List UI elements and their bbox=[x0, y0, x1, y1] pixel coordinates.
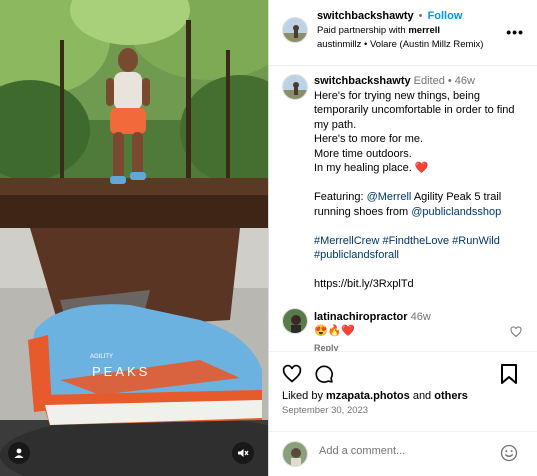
emoji-button[interactable] bbox=[500, 444, 518, 467]
post-image: AGILITY PEAKS bbox=[0, 0, 268, 476]
comment-like-button[interactable] bbox=[510, 325, 522, 343]
post-actions: Liked by mzapata.photos and others Septe… bbox=[269, 351, 537, 431]
paid-partnership-label: Paid partnership with bbox=[317, 25, 409, 36]
caption-avatar-image bbox=[283, 75, 307, 99]
audio-track[interactable]: Volare (Austin Millz Remix) bbox=[370, 39, 484, 50]
commenter-avatar[interactable] bbox=[282, 308, 308, 334]
audio-attribution[interactable]: austinmillz • Volare (Austin Millz Remix… bbox=[317, 39, 483, 50]
post-media[interactable]: AGILITY PEAKS bbox=[0, 0, 268, 476]
more-options-icon[interactable]: ••• bbox=[506, 24, 524, 40]
heart-icon bbox=[282, 364, 302, 383]
commenter-avatar-image bbox=[283, 309, 307, 333]
shoe-model-text: PEAKS bbox=[92, 364, 150, 379]
caption-line: More time outdoors. bbox=[314, 147, 412, 160]
separator-dot: • bbox=[361, 39, 370, 50]
caption-featuring: Featuring: @Merrell Agility Peak 5 trail… bbox=[314, 190, 529, 219]
separator-dot: • bbox=[415, 10, 426, 22]
mention-merrell[interactable]: @Merrell bbox=[367, 191, 412, 203]
comment-item: latinachiropractor 46w 😍🔥❤️ bbox=[314, 310, 514, 338]
author-avatar-image bbox=[283, 18, 307, 42]
reply-button[interactable]: Reply bbox=[314, 343, 339, 351]
caption-link[interactable]: https://bit.ly/3RxplTd bbox=[314, 277, 529, 292]
likes-middle: and bbox=[409, 390, 435, 402]
caption-author-avatar[interactable] bbox=[282, 74, 308, 100]
like-button[interactable] bbox=[282, 364, 302, 389]
viewer-avatar-image bbox=[283, 442, 307, 466]
tagged-user-button[interactable] bbox=[8, 442, 30, 464]
emoji-smiley-icon bbox=[500, 444, 518, 462]
viewer-avatar bbox=[282, 441, 308, 467]
comment-bubble-icon bbox=[315, 365, 333, 383]
caption-line: Here's for trying new things, being temp… bbox=[314, 89, 515, 131]
post-date[interactable]: September 30, 2023 bbox=[282, 405, 368, 416]
add-comment-bar bbox=[269, 431, 537, 476]
heart-icon bbox=[510, 326, 522, 338]
comment-text: 😍🔥❤️ bbox=[314, 325, 356, 337]
audio-artist[interactable]: austinmillz bbox=[317, 39, 361, 50]
post-sidebar: switchbackshawty • Follow Paid partnersh… bbox=[268, 0, 537, 476]
caption-hashtags[interactable]: #MerrellCrew #FindtheLove #RunWild #publ… bbox=[314, 234, 529, 263]
follow-button[interactable]: Follow bbox=[428, 10, 463, 22]
caption-line: Here's to more for me. bbox=[314, 133, 424, 145]
comments-section[interactable]: switchbackshawty Edited • 46w Here's for… bbox=[269, 67, 537, 351]
mention-publiclandsshop[interactable]: @publiclandsshop bbox=[411, 206, 501, 218]
comment-username[interactable]: latinachiropractor bbox=[314, 311, 408, 323]
partner-link[interactable]: merrell bbox=[408, 25, 440, 36]
author-avatar[interactable] bbox=[282, 17, 308, 43]
featuring-label: Featuring: bbox=[314, 191, 367, 203]
post-header: switchbackshawty • Follow Paid partnersh… bbox=[269, 0, 537, 66]
post-caption: switchbackshawty Edited • 46w Here's for… bbox=[314, 74, 529, 292]
add-comment-input[interactable] bbox=[319, 445, 489, 457]
comment-button[interactable] bbox=[314, 364, 334, 389]
caption-meta: Edited • 46w bbox=[413, 75, 475, 87]
caption-username[interactable]: switchbackshawty bbox=[314, 75, 411, 87]
shoe-brand-text: AGILITY bbox=[90, 354, 113, 360]
liked-by-user[interactable]: mzapata.photos bbox=[326, 390, 410, 402]
caption-line: In my healing place. ❤️ bbox=[314, 162, 429, 174]
user-icon bbox=[14, 448, 24, 458]
liked-by-others[interactable]: others bbox=[434, 390, 468, 402]
save-button[interactable] bbox=[500, 364, 518, 389]
muted-speaker-icon bbox=[238, 449, 249, 457]
likes-summary[interactable]: Liked by mzapata.photos and others bbox=[282, 390, 468, 402]
comment-time: 46w bbox=[410, 311, 431, 323]
author-username[interactable]: switchbackshawty bbox=[317, 10, 414, 22]
likes-prefix: Liked by bbox=[282, 390, 327, 402]
mute-button[interactable] bbox=[232, 442, 254, 464]
bookmark-icon bbox=[501, 364, 517, 384]
